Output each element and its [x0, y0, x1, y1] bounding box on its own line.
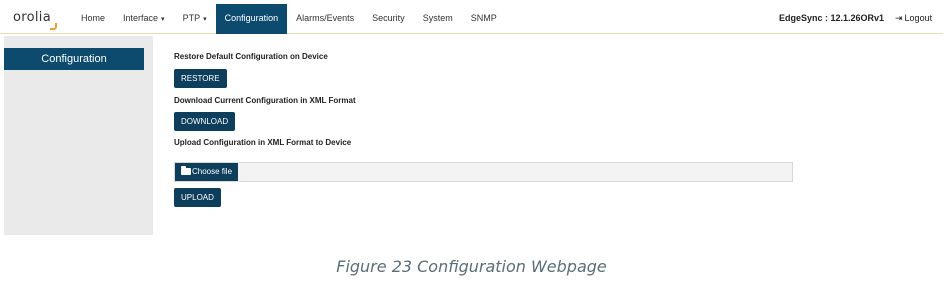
choose-file-button[interactable]: Choose file	[175, 163, 239, 181]
figure-caption: Figure 23 Configuration Webpage	[336, 257, 607, 276]
nav-item-alarms-events[interactable]: Alarms/Events	[287, 4, 363, 34]
nav-item-label: Configuration	[224, 13, 279, 23]
logout-icon: ⇥	[895, 13, 903, 23]
nav-item-label: System	[422, 13, 453, 23]
top-navbar: orolia Home Interface ▾ PTP ▾ Configuratio…	[0, 0, 943, 34]
choose-file-label: Choose file	[192, 167, 233, 176]
nav-item-system[interactable]: System	[414, 4, 462, 34]
sidebar-item-configuration[interactable]: Configuration	[4, 48, 144, 70]
nav-item-label: Interface	[123, 13, 159, 23]
caret-down-icon: ▾	[203, 16, 207, 23]
logo-swoosh-icon	[50, 23, 57, 30]
nav-item-label: Alarms/Events	[296, 13, 355, 23]
logout-link[interactable]: ⇥ Logout	[895, 13, 932, 24]
main-content: Restore Default Configuration on Device …	[153, 36, 943, 235]
nav-item-home[interactable]: Home	[72, 4, 114, 34]
nav-item-label: PTP	[182, 13, 201, 23]
nav-item-label: Home	[81, 13, 106, 23]
orolia-logo[interactable]: orolia	[13, 10, 57, 30]
nav-item-snmp[interactable]: SNMP	[462, 4, 506, 34]
nav-item-configuration[interactable]: Configuration	[215, 4, 288, 34]
nav-item-ptp[interactable]: PTP ▾	[174, 4, 216, 34]
logo-text: orolia	[13, 10, 51, 25]
upload-button[interactable]: UPLOAD	[174, 188, 221, 207]
device-version: EdgeSync : 12.1.26ORv1	[779, 13, 885, 23]
logout-label: Logout	[904, 13, 933, 23]
sidebar: Configuration	[4, 36, 153, 235]
download-title: Download Current Configuration in XML Fo…	[174, 96, 356, 105]
restore-button[interactable]: RESTORE	[174, 69, 227, 88]
main-nav: Home Interface ▾ PTP ▾ Configuration Alarm…	[72, 4, 506, 34]
caret-down-icon: ▾	[161, 16, 165, 23]
restore-title: Restore Default Configuration on Device	[174, 52, 328, 61]
upload-title: Upload Configuration in XML Format to De…	[174, 138, 352, 147]
nav-item-label: SNMP	[470, 13, 497, 23]
nav-item-interface[interactable]: Interface ▾	[114, 4, 174, 34]
download-button[interactable]: DOWNLOAD	[174, 112, 236, 131]
nav-item-security[interactable]: Security	[363, 4, 414, 34]
nav-item-label: Security	[372, 13, 405, 23]
file-input[interactable]: Choose file	[174, 162, 793, 182]
folder-open-icon	[181, 166, 191, 175]
